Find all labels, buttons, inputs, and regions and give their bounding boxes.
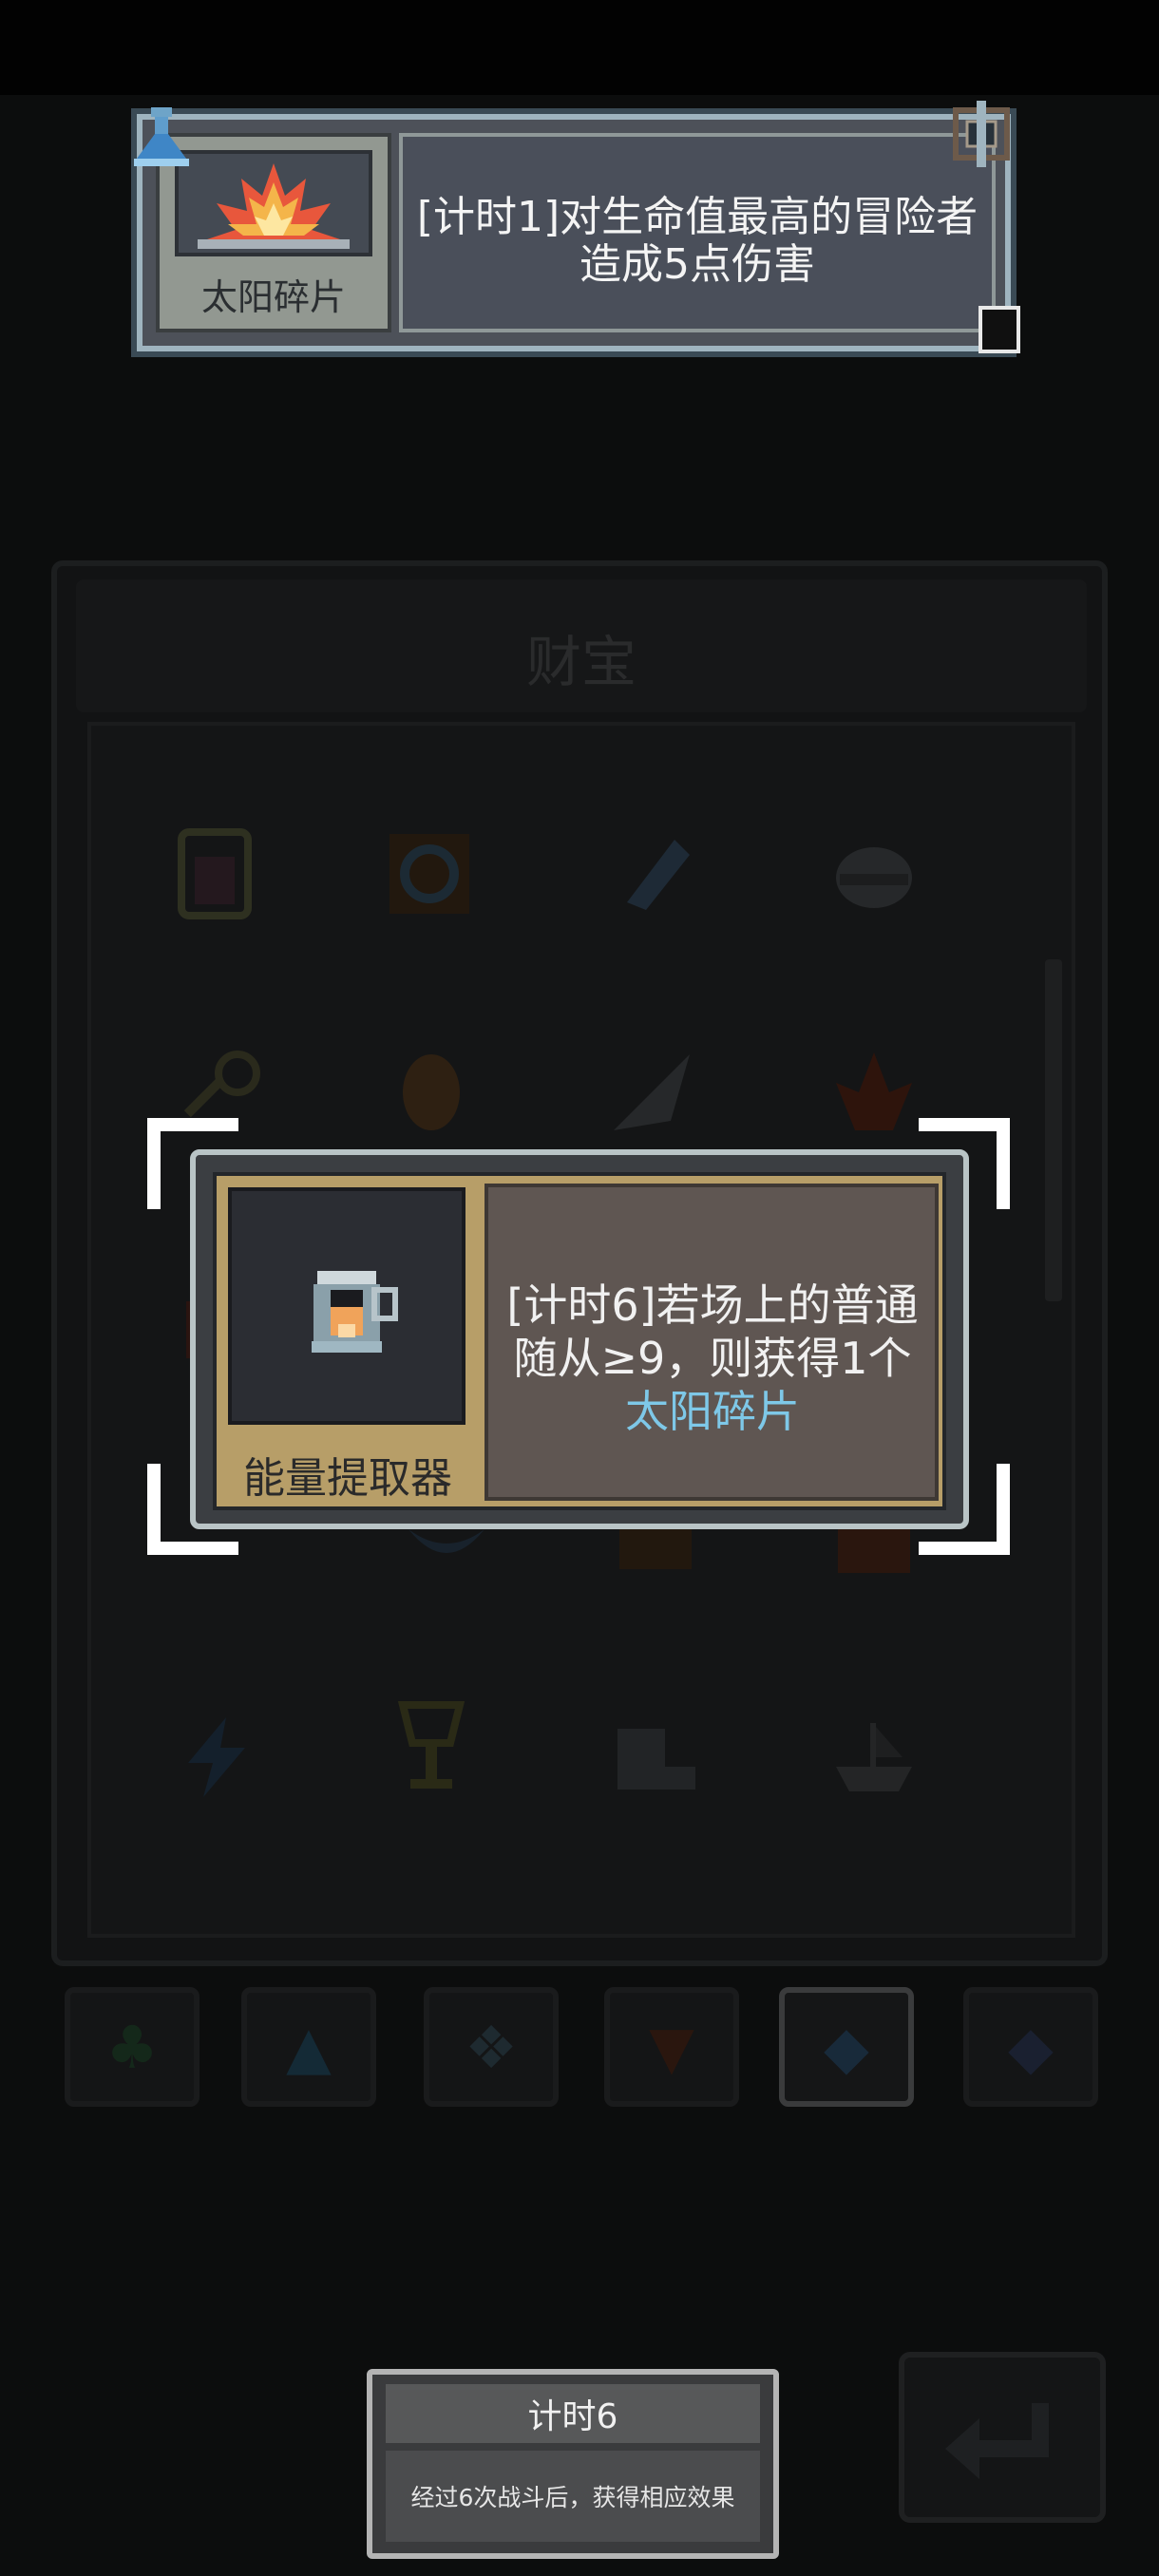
tab-gear-frame[interactable]: ❖ bbox=[424, 1987, 559, 2107]
fox-icon: ▼ bbox=[649, 2012, 694, 2082]
boot-icon[interactable] bbox=[608, 1710, 703, 1805]
dialog-description-text: [计时6]若场上的普通随从≥9，则获得1个 bbox=[506, 1279, 919, 1384]
chalice-icon[interactable] bbox=[384, 1700, 479, 1795]
back-button[interactable] bbox=[899, 2352, 1106, 2523]
diamond-icon: ◆ bbox=[824, 2012, 869, 2082]
tab-fox[interactable]: ▼ bbox=[604, 1987, 739, 2107]
tab-flask[interactable]: ▲ bbox=[241, 1987, 376, 2107]
dialog-inner: 能量提取器 [计时6]若场上的普通随从≥9，则获得1个 太阳碎片 bbox=[213, 1172, 946, 1510]
item-detail-dialog: 能量提取器 [计时6]若场上的普通随从≥9，则获得1个 太阳碎片 bbox=[190, 1149, 969, 1529]
feather-icon[interactable] bbox=[608, 826, 703, 921]
tooltip-description-panel: [计时1]对生命值最高的冒险者造成5点伤害 bbox=[399, 133, 996, 332]
treasure-title: 财宝 bbox=[525, 630, 636, 694]
dialog-description-panel: [计时6]若场上的普通随从≥9，则获得1个 太阳碎片 bbox=[484, 1184, 939, 1501]
dialog-description: [计时6]若场上的普通随从≥9，则获得1个 太阳碎片 bbox=[494, 1279, 931, 1438]
tab-diamond[interactable]: ◆ bbox=[963, 1987, 1098, 2107]
tooltip-item-name: 太阳碎片 bbox=[200, 276, 346, 318]
ship-icon[interactable] bbox=[826, 1710, 922, 1805]
timer-keyword-card: 计时6 经过6次战斗后，获得相应效果 bbox=[367, 2369, 779, 2559]
helmet-icon[interactable] bbox=[826, 826, 922, 921]
gear-frame-icon: ❖ bbox=[465, 2012, 518, 2082]
jar-icon[interactable] bbox=[167, 826, 262, 921]
sun-shard-tooltip: 太阳碎片 [计时1]对生命值最高的冒险者造成5点伤害 bbox=[137, 114, 1011, 351]
sun-shard-icon bbox=[175, 150, 372, 256]
timer-card-body: 经过6次战斗后，获得相应效果 bbox=[386, 2451, 760, 2542]
tab-clover[interactable]: ♣ bbox=[65, 1987, 200, 2107]
status-bar bbox=[0, 0, 1159, 95]
portal-icon bbox=[948, 101, 1015, 167]
dialog-item-name: 能量提取器 bbox=[243, 1454, 452, 1503]
energy-extractor-icon bbox=[228, 1187, 466, 1425]
lightning-icon[interactable] bbox=[169, 1710, 264, 1805]
timer-card-title: 计时6 bbox=[386, 2384, 760, 2443]
clover-icon: ♣ bbox=[105, 2012, 159, 2082]
dialog-description-highlight: 太阳碎片 bbox=[625, 1386, 800, 1437]
diamond-icon: ◆ bbox=[1008, 2012, 1054, 2082]
flask-icon: ▲ bbox=[286, 2012, 332, 2082]
treasure-scrollbar[interactable] bbox=[1045, 959, 1062, 1301]
back-arrow-icon bbox=[945, 2403, 1049, 2479]
flask-icon bbox=[124, 99, 200, 175]
ring-frame-icon[interactable] bbox=[382, 826, 477, 921]
tooltip-corner-marker bbox=[978, 306, 1020, 353]
tab-diamond-active[interactable]: ◆ bbox=[779, 1987, 914, 2107]
tooltip-description: [计时1]对生命值最高的冒险者造成5点伤害 bbox=[416, 193, 978, 289]
